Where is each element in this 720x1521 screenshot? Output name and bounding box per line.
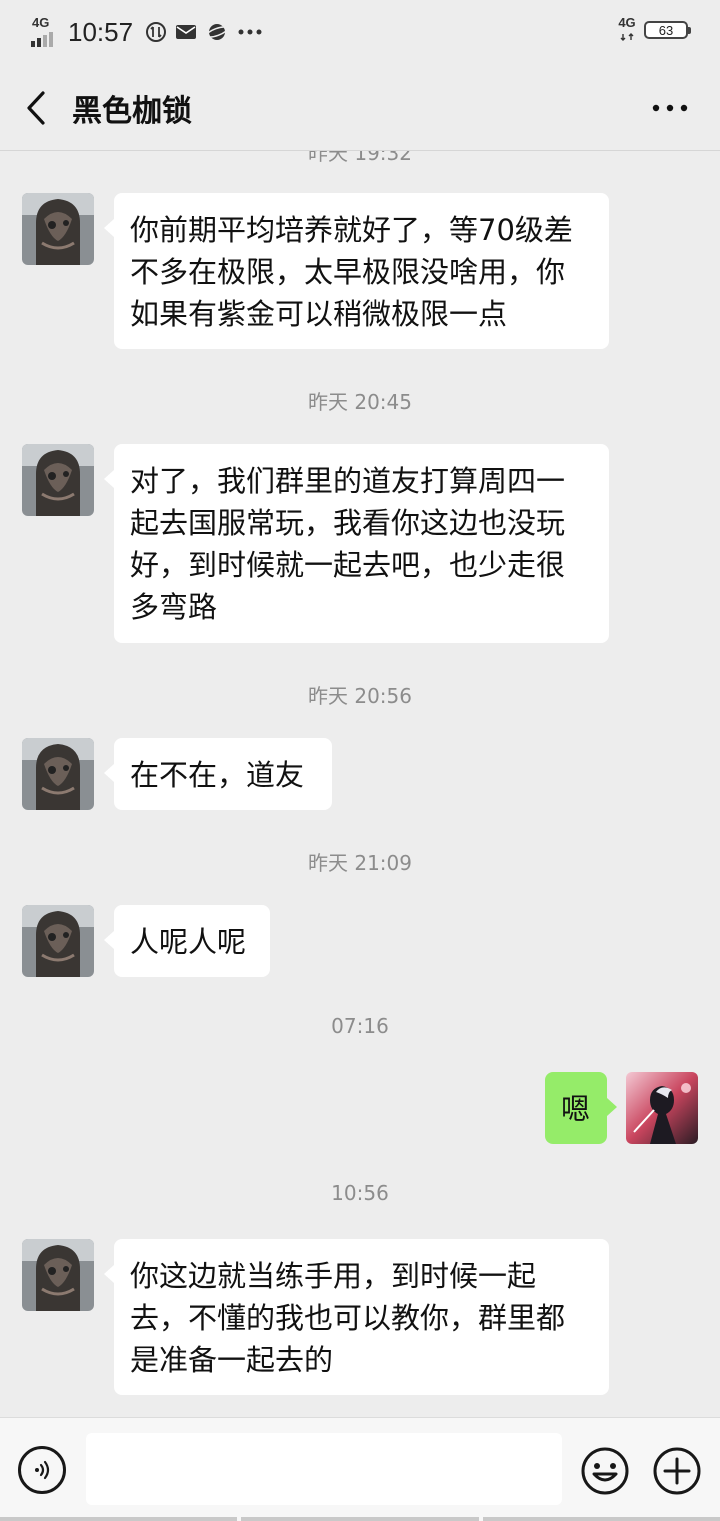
chat-scroll-area[interactable]: 昨天 19:32 你前期平均培养就好了，等70级差不多在极限，太早极限没啥用，你… bbox=[0, 151, 720, 1417]
network-4g-label: 4G bbox=[618, 15, 636, 30]
transfer-arrows-icon bbox=[620, 33, 634, 41]
more-notifications-icon bbox=[237, 28, 263, 36]
status-left: 4G 10:57 bbox=[30, 14, 271, 50]
message-bubble[interactable]: 人呢人呢 bbox=[104, 905, 270, 977]
message-bubble[interactable]: 嗯 bbox=[545, 1072, 617, 1144]
message-text: 对了，我们群里的道友打算周四一起去国服常玩，我看你这边也没玩好，到时候就一起去吧… bbox=[130, 464, 566, 624]
signal-icon: 4G bbox=[30, 15, 60, 47]
message-bubble[interactable]: 对了，我们群里的道友打算周四一起去国服常玩，我看你这边也没玩好，到时候就一起去吧… bbox=[104, 444, 609, 643]
more-functions-button[interactable] bbox=[652, 1446, 702, 1496]
status-bar: 4G 10:57 4G 63 bbox=[0, 0, 720, 64]
plus-icon bbox=[653, 1447, 701, 1495]
chevron-left-icon bbox=[27, 91, 45, 125]
emoji-button[interactable] bbox=[580, 1446, 630, 1496]
planet-icon bbox=[205, 21, 229, 43]
contact-avatar[interactable] bbox=[22, 193, 94, 265]
voice-icon bbox=[35, 1460, 50, 1480]
network-4g-indicator: 4G bbox=[618, 16, 636, 44]
back-button[interactable] bbox=[14, 84, 58, 132]
message-row: 你这边就当练手用，到时候一起去，不懂的我也可以教你，群里都是准备一起去的 bbox=[0, 1239, 720, 1399]
gesture-bar bbox=[0, 1517, 720, 1521]
voice-button[interactable] bbox=[18, 1446, 66, 1494]
timestamp: 10:56 bbox=[331, 1181, 389, 1205]
message-row: 你前期平均培养就好了，等70级差不多在极限，太早极限没啥用，你如果有紫金可以稍微… bbox=[0, 193, 720, 353]
more-button[interactable] bbox=[650, 92, 690, 124]
message-row: 在不在，道友 bbox=[0, 738, 720, 812]
timestamp: 07:16 bbox=[331, 1014, 389, 1038]
input-bar bbox=[0, 1417, 720, 1521]
message-text: 人呢人呢 bbox=[130, 925, 247, 959]
network-type-label: 4G bbox=[32, 15, 50, 30]
message-row: 人呢人呢 bbox=[0, 905, 720, 979]
message-bubble[interactable]: 你这边就当练手用，到时候一起去，不懂的我也可以教你，群里都是准备一起去的 bbox=[104, 1239, 609, 1395]
chat-title: 黑色枷锁 bbox=[72, 94, 192, 129]
message-text: 你前期平均培养就好了，等70级差不多在极限，太早极限没啥用，你如果有紫金可以稍微… bbox=[130, 213, 573, 331]
message-row: 嗯 bbox=[0, 1072, 720, 1146]
timestamp-partial: 昨天 19:32 bbox=[308, 151, 412, 165]
timestamp: 昨天 21:09 bbox=[308, 851, 412, 875]
message-row: 对了，我们群里的道友打算周四一起去国服常玩，我看你这边也没玩好，到时候就一起去吧… bbox=[0, 444, 720, 644]
message-text: 你这边就当练手用，到时候一起去，不懂的我也可以教你，群里都是准备一起去的 bbox=[130, 1259, 566, 1377]
more-dots-icon bbox=[652, 104, 688, 112]
contact-avatar[interactable] bbox=[22, 1239, 94, 1311]
message-text: 嗯 bbox=[561, 1092, 591, 1126]
status-right: 4G 63 bbox=[618, 16, 691, 44]
contact-avatar[interactable] bbox=[22, 738, 94, 810]
chat-header: 黑色枷锁 bbox=[0, 64, 720, 151]
battery-level: 63 bbox=[658, 22, 674, 38]
message-input[interactable] bbox=[86, 1433, 562, 1505]
data-saver-icon bbox=[145, 21, 167, 43]
message-bubble[interactable]: 你前期平均培养就好了，等70级差不多在极限，太早极限没啥用，你如果有紫金可以稍微… bbox=[104, 193, 609, 349]
timestamp: 昨天 20:56 bbox=[308, 684, 412, 708]
my-avatar[interactable] bbox=[626, 1072, 698, 1144]
emoji-icon bbox=[581, 1447, 629, 1495]
clock: 10:57 bbox=[68, 16, 134, 47]
battery-icon: 63 bbox=[644, 21, 691, 39]
contact-avatar[interactable] bbox=[22, 905, 94, 977]
timestamp: 昨天 20:45 bbox=[308, 390, 412, 414]
mail-icon bbox=[175, 23, 197, 41]
message-bubble[interactable]: 在不在，道友 bbox=[104, 738, 332, 810]
contact-avatar[interactable] bbox=[22, 444, 94, 516]
message-text: 在不在，道友 bbox=[130, 758, 305, 792]
